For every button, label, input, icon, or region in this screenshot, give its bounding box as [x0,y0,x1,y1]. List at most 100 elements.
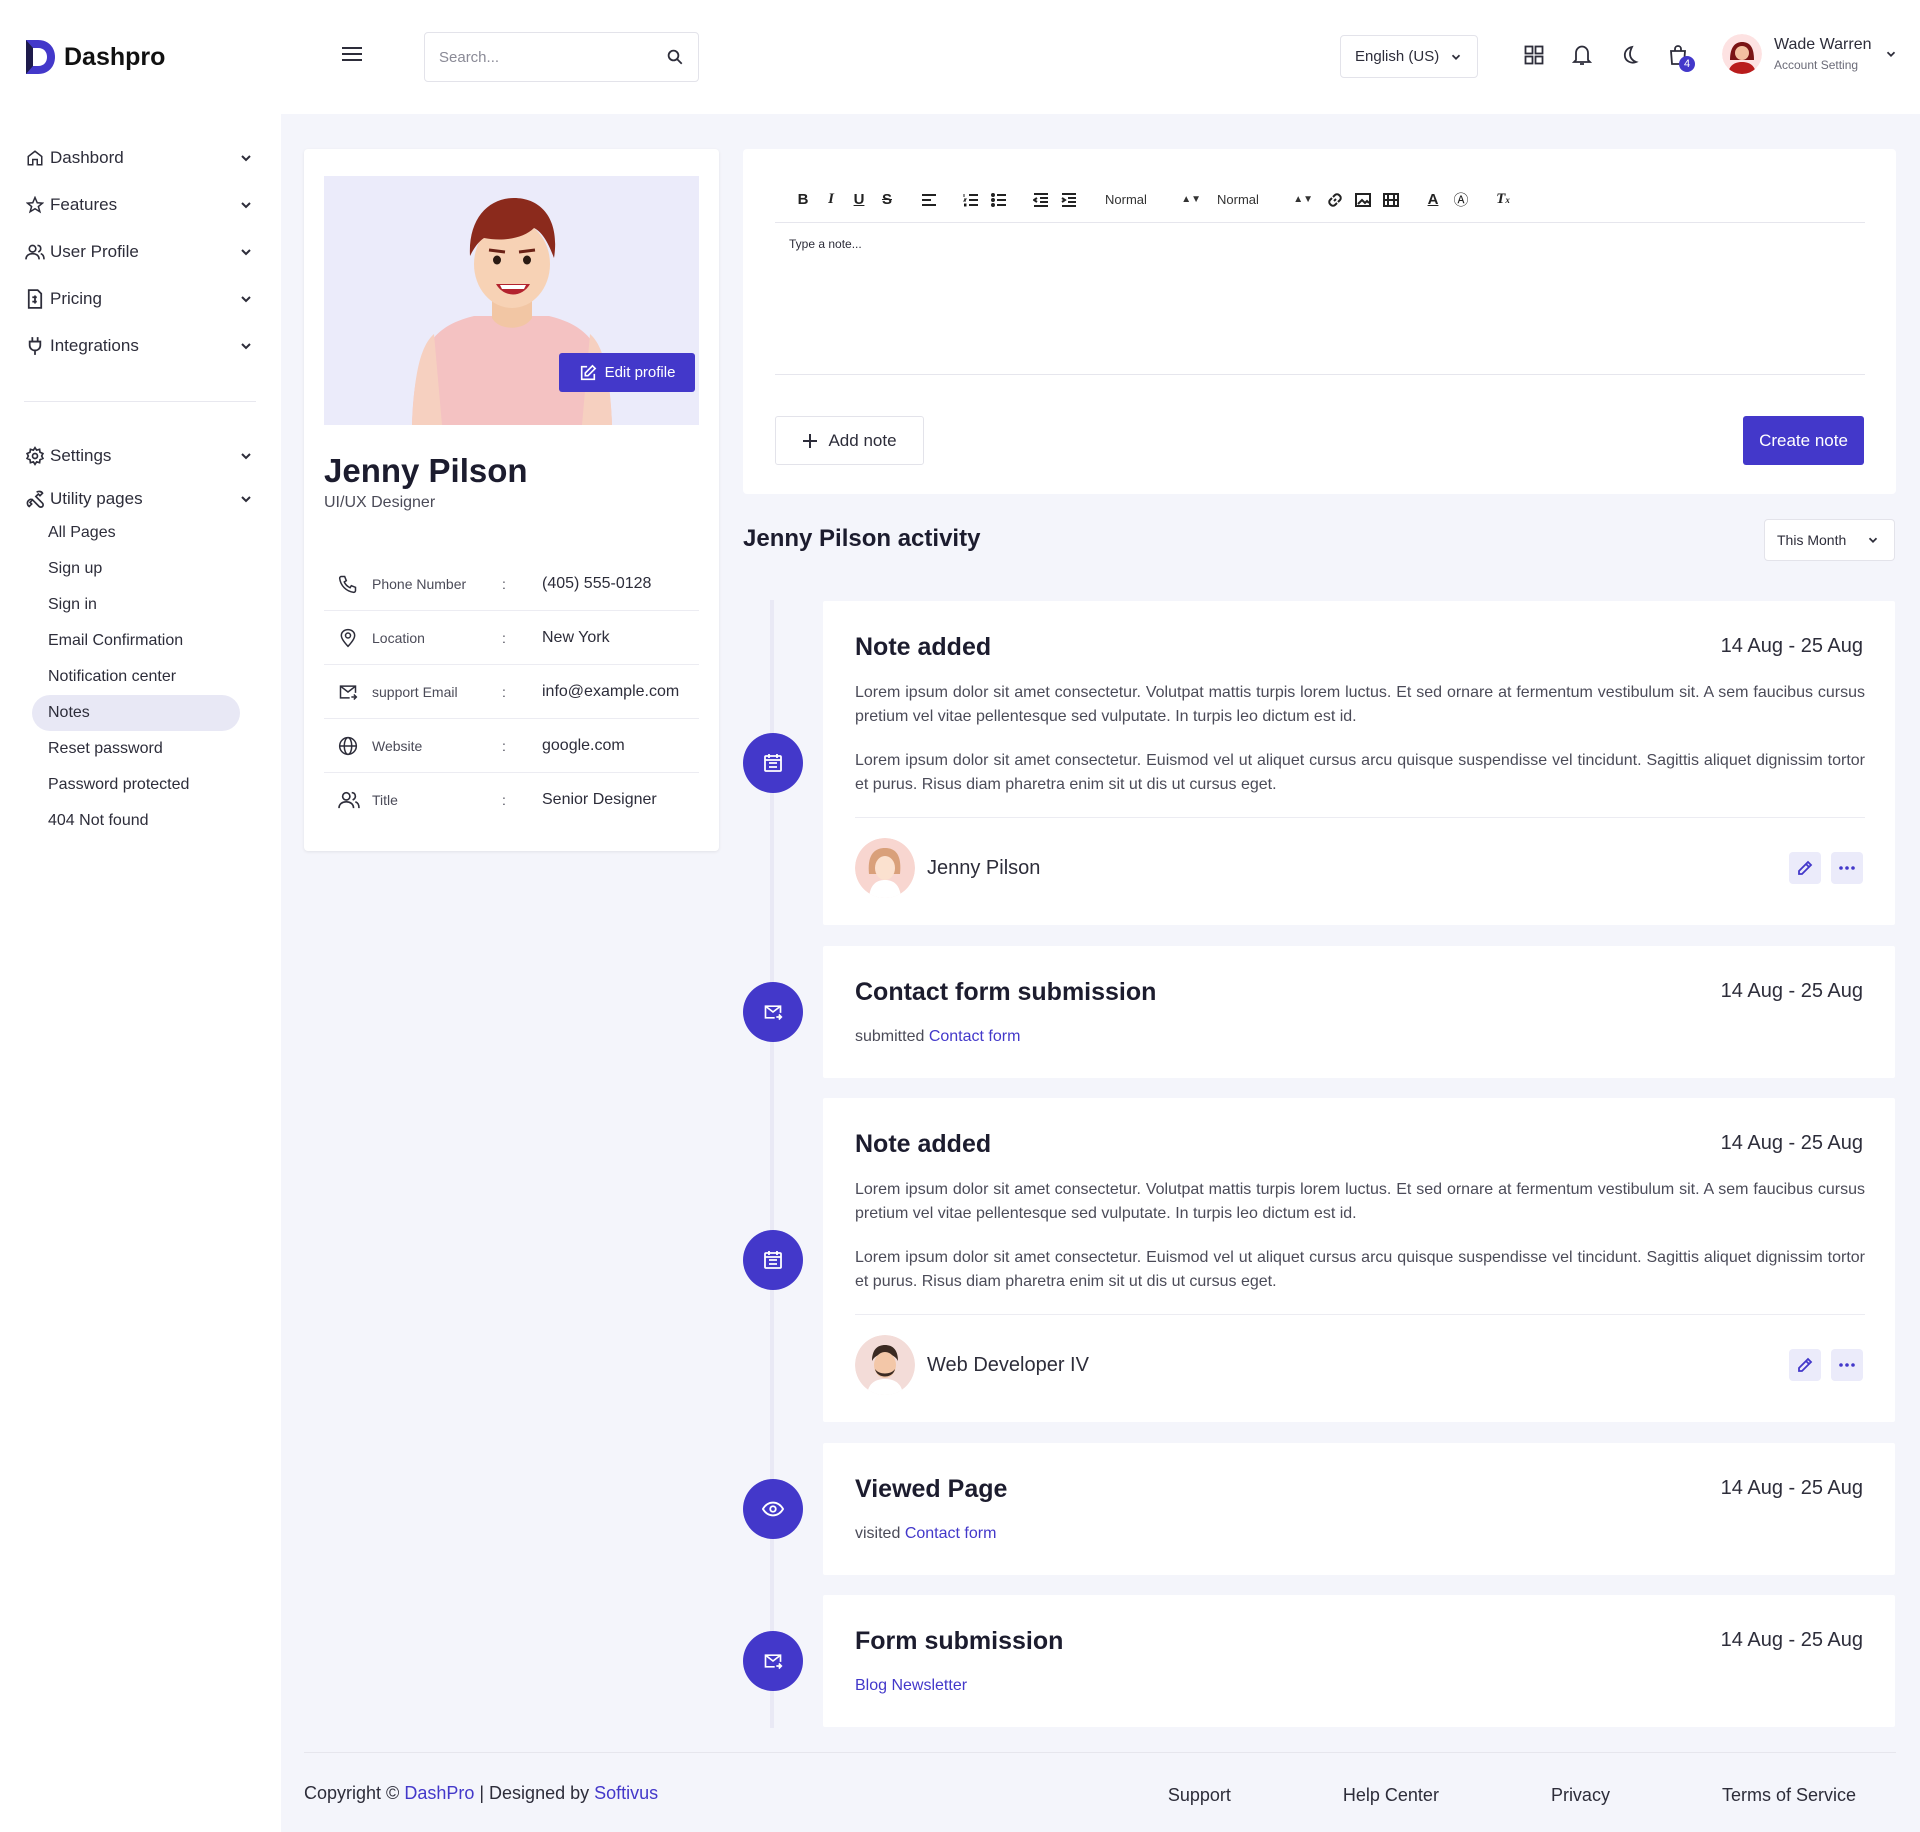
submenu-item-email-confirmation[interactable]: Email Confirmation [32,623,240,659]
sidebar-item-label: Features [50,194,118,214]
submenu-item-notes[interactable]: Notes [32,695,240,731]
ordered-list-icon[interactable] [957,186,985,214]
sidebar-item-pricing[interactable]: Pricing [24,275,256,322]
image-icon[interactable] [1349,186,1377,214]
detail-row-title: Title : Senior Designer [324,773,699,827]
link-icon[interactable] [1321,186,1349,214]
more-options-icon[interactable] [1831,1349,1863,1381]
search-box [424,32,699,82]
sidebar-item-dashboard[interactable]: Dashbord [24,134,256,181]
brand-logo[interactable]: Dashpro [24,38,165,76]
footer-link-terms[interactable]: Terms of Service [1722,1785,1856,1806]
edit-profile-button[interactable]: Edit profile [559,353,695,392]
language-value: English (US) [1355,48,1440,65]
sidebar-item-utility-pages[interactable]: Utility pages [24,479,256,519]
detail-row-phone: Phone Number : (405) 555-0128 [324,557,699,611]
search-input[interactable] [439,48,666,66]
language-select[interactable]: English (US) [1340,35,1478,78]
detail-value: (405) 555-0128 [542,574,652,592]
submenu-item-notification-center[interactable]: Notification center [32,659,240,695]
bell-icon[interactable] [1569,42,1595,68]
font-size-select[interactable]: Normal ▲▼ [1097,192,1209,207]
shopping-bag-icon[interactable]: 4 [1665,42,1695,72]
chevron-down-icon [1886,51,1895,57]
submenu-item-sign-up[interactable]: Sign up [32,551,240,587]
chevron-down-icon [241,248,251,255]
contact-form-link[interactable]: Contact form [929,1028,1021,1045]
heading-select[interactable]: Normal ▲▼ [1209,192,1321,207]
background-color-icon[interactable]: Ⓐ [1447,186,1475,214]
user-menu[interactable]: Wade Warren Account Setting [1722,34,1898,74]
activity-period-select[interactable]: This Month [1764,519,1895,561]
home-icon [24,147,46,169]
topbar: English (US) 4 Wade Warren Account Setti… [281,0,1920,114]
detail-label: Title [372,792,398,808]
author-avatar [855,838,915,898]
footer-link-privacy[interactable]: Privacy [1551,1785,1610,1806]
menu-toggle-icon[interactable] [341,46,363,62]
activity-actions [1789,1349,1863,1381]
activity-card-contact-form: Contact form submission 14 Aug - 25 Aug … [823,946,1895,1078]
submenu-item-sign-in[interactable]: Sign in [32,587,240,623]
chevron-down-icon [1451,54,1461,60]
email-icon [338,682,364,702]
create-note-button[interactable]: Create note [1743,416,1864,465]
detail-row-location: Location : New York [324,611,699,665]
profile-name: Jenny Pilson [324,452,528,489]
moon-icon[interactable] [1617,42,1643,68]
edit-icon[interactable] [1789,1349,1821,1381]
submenu-item-all-pages[interactable]: All Pages [32,515,240,551]
profile-cover-image: Edit profile [324,176,699,425]
clear-format-icon[interactable]: Tx [1489,186,1517,214]
strikethrough-button[interactable]: S [873,186,901,214]
note-editor-input[interactable]: Type a note... [775,223,1865,375]
activity-paragraph: Lorem ipsum dolor sit amet consectetur. … [855,1249,1865,1290]
footer-link-help-center[interactable]: Help Center [1343,1785,1439,1806]
italic-button[interactable]: I [817,186,845,214]
activity-date: 14 Aug - 25 Aug [1720,1629,1863,1651]
sidebar-item-label: Utility pages [50,489,143,508]
users-icon [24,241,46,263]
sidebar-item-integrations[interactable]: Integrations [24,322,256,369]
more-options-icon[interactable] [1831,852,1863,884]
align-left-icon[interactable] [915,186,943,214]
apps-grid-icon[interactable] [1521,42,1547,68]
underline-button[interactable]: U [845,186,873,214]
softivus-link[interactable]: Softivus [594,1783,658,1803]
globe-icon [338,736,364,756]
search-icon[interactable] [666,48,684,66]
sidebar-item-settings[interactable]: Settings [24,432,256,479]
calendar-icon [743,733,803,793]
bold-button[interactable]: B [789,186,817,214]
video-icon[interactable] [1377,186,1405,214]
edit-icon[interactable] [1789,852,1821,884]
blog-newsletter-link[interactable]: Blog Newsletter [855,1677,967,1694]
activity-actions [1789,852,1863,884]
chevron-down-icon [241,201,251,208]
sidebar-item-label: Dashbord [50,147,124,167]
footer-links: Support Help Center Privacy Terms of Ser… [1168,1785,1856,1806]
note-editor-card: B I U S Normal ▲▼ Normal ▲▼ A Ⓐ Tx Type a … [743,149,1896,494]
logo-mark-icon [26,40,55,74]
sidebar-item-user-profile[interactable]: User Profile [24,228,256,275]
footer: Copyright © DashPro | Designed by Softiv… [304,1752,1896,1832]
editor-toolbar: B I U S Normal ▲▼ Normal ▲▼ A Ⓐ Tx [775,177,1865,223]
activity-date: 14 Aug - 25 Aug [1720,1132,1863,1154]
activity-author: Web Developer IV [855,1335,1089,1395]
chevron-down-icon [241,452,251,459]
outdent-icon[interactable] [1027,186,1055,214]
add-note-button[interactable]: Add note [775,416,924,465]
detail-label: Location [372,629,425,646]
bullet-list-icon[interactable] [985,186,1013,214]
indent-icon[interactable] [1055,186,1083,214]
user-name: Wade Warren [1774,36,1872,53]
text-color-icon[interactable]: A [1419,186,1447,214]
user-subtitle: Account Setting [1774,58,1859,72]
contact-form-link[interactable]: Contact form [905,1525,997,1542]
dashpro-link[interactable]: DashPro [404,1783,474,1803]
footer-link-support[interactable]: Support [1168,1785,1231,1806]
sidebar-item-features[interactable]: Features [24,181,256,228]
submenu-item-reset-password[interactable]: Reset password [32,731,240,767]
submenu-item-password-protected[interactable]: Password protected [32,767,240,803]
submenu-item-404[interactable]: 404 Not found [32,803,240,839]
